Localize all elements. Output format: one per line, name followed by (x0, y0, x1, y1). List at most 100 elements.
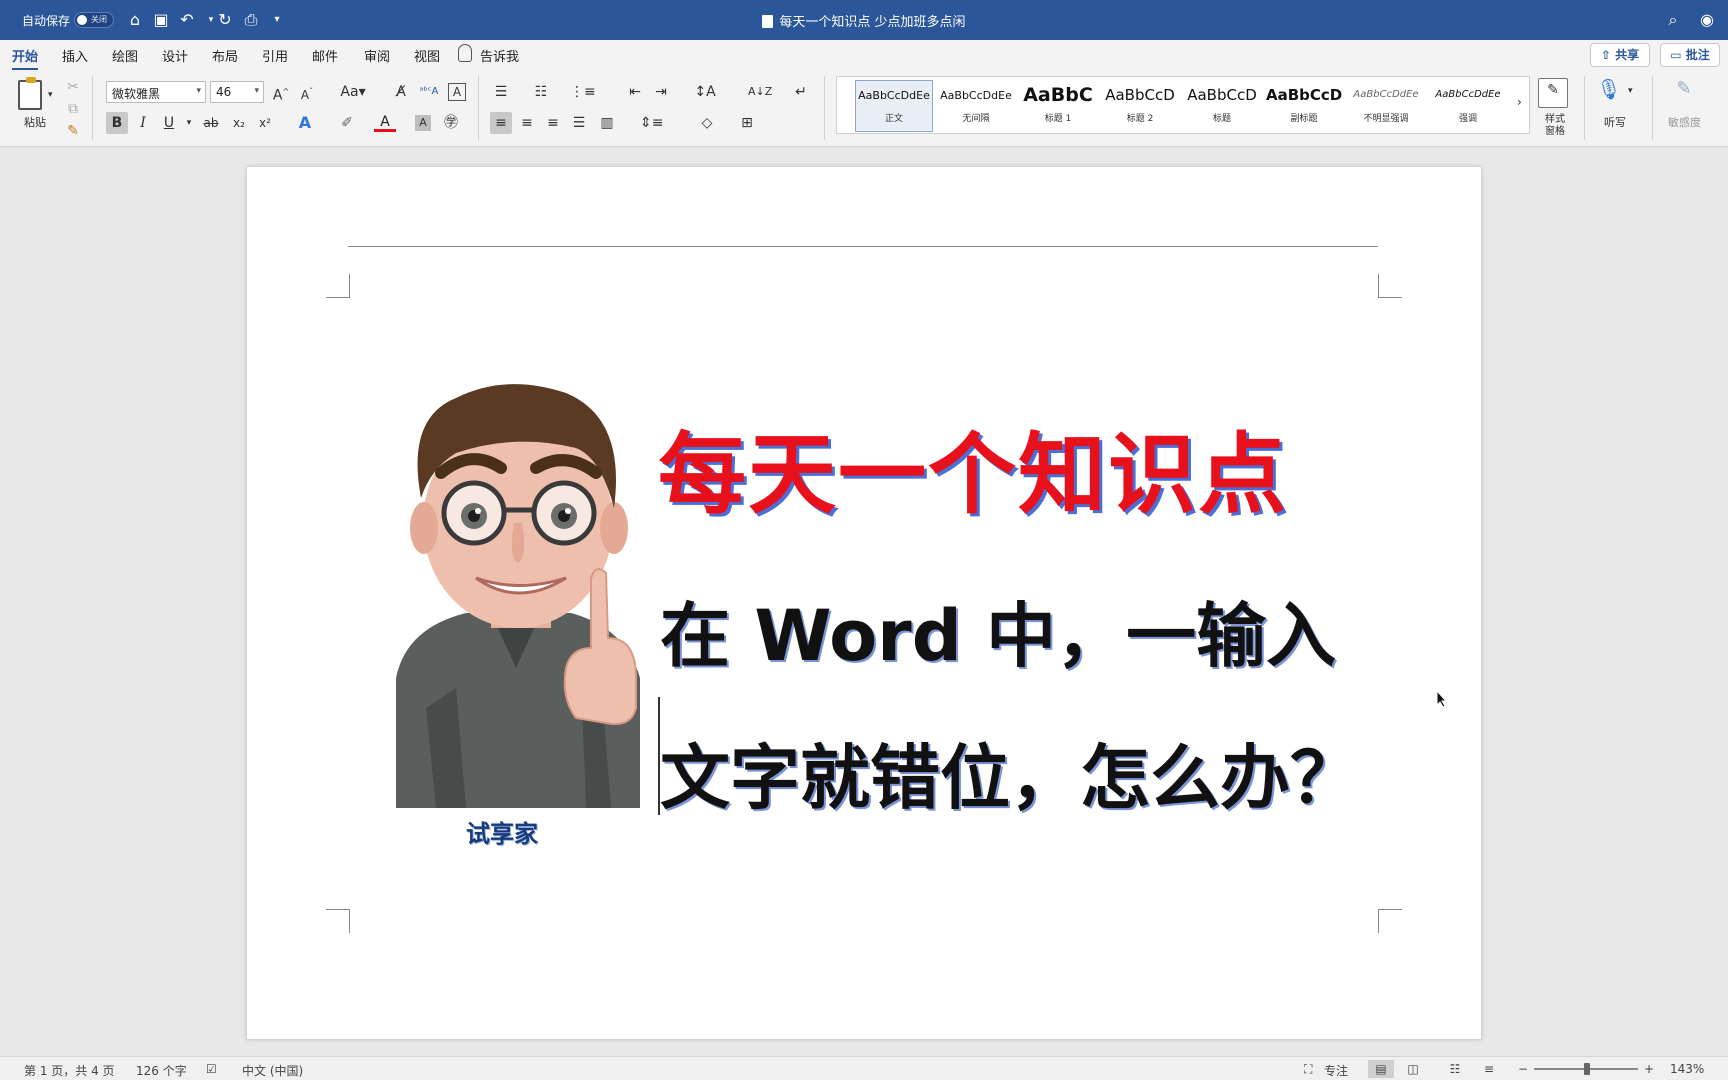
share-button[interactable]: ⇧ 共享 (1590, 43, 1650, 67)
style-emphasis[interactable]: AaBbCcDdEe 强调 (1429, 80, 1507, 132)
align-left-button[interactable]: ≡ (490, 112, 512, 134)
cut-icon[interactable]: ✂ (62, 76, 84, 98)
bold-button[interactable]: B (106, 112, 128, 134)
paste-icon[interactable] (18, 77, 42, 110)
strikethrough-button[interactable]: ab (200, 112, 222, 134)
bullets-icon[interactable]: ☰ (490, 81, 512, 103)
align-right-button[interactable]: ≡ (542, 112, 564, 134)
text-effects-icon[interactable]: A (294, 112, 316, 134)
font-color-icon[interactable]: A (374, 112, 396, 132)
multilevel-list-icon[interactable]: ⋮≡ (570, 81, 596, 103)
shrink-font-icon[interactable]: Aˇ (296, 81, 318, 103)
avatar-illustration (396, 384, 640, 808)
proofing-icon[interactable]: ☑ (206, 1062, 217, 1076)
style-normal[interactable]: AaBbCcDdEe 正文 (855, 80, 933, 132)
line-spacing-icon[interactable]: ⇕≡ (640, 112, 663, 134)
body-line-2[interactable]: 文字就错位，怎么办？ (660, 722, 1360, 823)
highlight-icon[interactable]: ✐ (336, 112, 358, 134)
margin-corner-mark (326, 274, 350, 298)
style-heading-1[interactable]: AaBbC 标题 1 (1019, 80, 1097, 132)
tab-home[interactable]: 开始 (12, 46, 39, 70)
microphone-icon[interactable]: 🎙 (1596, 78, 1622, 108)
sort-icon[interactable]: A↓Z (748, 81, 772, 103)
grow-font-icon[interactable]: A^ (270, 81, 292, 104)
draft-icon[interactable]: ≡ (1476, 1060, 1502, 1078)
paste-label: 粘贴 (24, 116, 46, 129)
character-border-icon[interactable]: A (448, 83, 466, 101)
zoom-slider-thumb[interactable] (1584, 1063, 1590, 1075)
align-center-button[interactable]: ≡ (516, 112, 538, 134)
tab-layout[interactable]: 布局 (212, 46, 238, 65)
tab-view[interactable]: 视图 (414, 46, 440, 65)
dictate-dropdown-icon[interactable]: ▾ (1628, 86, 1633, 96)
paste-dropdown-icon[interactable]: ▾ (48, 90, 53, 100)
increase-indent-icon[interactable]: ⇥ (650, 81, 672, 103)
italic-button[interactable]: I (132, 112, 154, 134)
outline-icon[interactable]: ☷ (1442, 1060, 1468, 1078)
character-shading-icon[interactable]: A (415, 115, 431, 131)
tab-insert[interactable]: 插入 (62, 46, 88, 65)
format-painter-icon[interactable]: ✎ (62, 120, 84, 142)
tell-me[interactable]: 告诉我 (480, 46, 519, 65)
style-heading-2[interactable]: AaBbCcD 标题 2 (1101, 80, 1179, 132)
dictate-label: 听写 (1604, 116, 1626, 129)
word-count[interactable]: 126 个字 (136, 1062, 187, 1079)
margin-corner-mark (326, 909, 350, 933)
styles-gallery: AaBbCcDdEe 正文 AaBbCcDdEe 无间隔 AaBbC 标题 1 AaB… (836, 76, 1530, 134)
account-icon[interactable]: ◉ (1696, 9, 1718, 31)
font-size-select[interactable]: 46 ▾ (210, 81, 264, 103)
subscript-button[interactable]: x₂ (228, 112, 250, 134)
page-count[interactable]: 第 1 页，共 4 页 (24, 1062, 115, 1079)
zoom-level[interactable]: 143% (1670, 1062, 1704, 1076)
copy-icon[interactable]: ⧉ (62, 98, 84, 120)
focus-icon[interactable]: ⛶ (1304, 1062, 1312, 1077)
tab-mailings[interactable]: 邮件 (312, 46, 338, 65)
zoom-in-icon[interactable]: + (1644, 1062, 1654, 1076)
comment-button[interactable]: ▭ 批注 (1660, 43, 1720, 67)
show-formatting-icon[interactable]: ↵ (790, 81, 812, 103)
tab-references[interactable]: 引用 (262, 46, 288, 65)
lightbulb-icon (458, 44, 472, 62)
tab-design[interactable]: 设计 (162, 46, 188, 65)
enclose-characters-icon[interactable]: ㊫ (440, 112, 462, 134)
borders-icon[interactable]: ⊞ (736, 112, 758, 134)
chinese-layout-icon[interactable]: ↕A (694, 81, 716, 103)
clear-formatting-icon[interactable]: A̸ (390, 81, 412, 103)
ribbon-tabs: 开始 插入 绘图 设计 布局 引用 邮件 审阅 视图 告诉我 (0, 40, 1728, 70)
search-icon[interactable]: ⌕ (1662, 9, 1684, 31)
style-title[interactable]: AaBbCcD 标题 (1183, 80, 1261, 132)
superscript-button[interactable]: x² (254, 112, 276, 134)
change-case-icon[interactable]: Aa▾ (336, 81, 370, 103)
distributed-button[interactable]: ▥ (596, 112, 618, 134)
style-subtitle[interactable]: AaBbCcD 副标题 (1265, 80, 1343, 132)
tab-draw[interactable]: 绘图 (112, 46, 138, 65)
justify-button[interactable]: ☰ (568, 112, 590, 134)
style-sample: AaBbCcDdEe (858, 89, 930, 102)
mouse-pointer-icon (1436, 690, 1448, 708)
style-subtle-emphasis[interactable]: AaBbCcDdEe 不明显强调 (1347, 80, 1425, 132)
styles-pane-icon[interactable]: ✎ (1538, 78, 1568, 108)
font-name-select[interactable]: 微软雅黑 ▾ (106, 81, 206, 103)
zoom-out-icon[interactable]: − (1518, 1062, 1528, 1076)
styles-more-icon[interactable]: › (1517, 95, 1522, 109)
style-sample: AaBbCcD (1105, 86, 1175, 104)
underline-button[interactable]: U (158, 112, 180, 134)
tab-review[interactable]: 审阅 (364, 46, 390, 65)
focus-label[interactable]: 专注 (1324, 1062, 1348, 1079)
headline-text[interactable]: 每天一个知识点 (658, 404, 1288, 531)
print-layout-icon[interactable]: ▤ (1368, 1060, 1394, 1078)
web-layout-icon[interactable]: ◫ (1400, 1060, 1426, 1078)
language-status[interactable]: 中文 (中国) (242, 1062, 303, 1079)
phonetic-guide-icon[interactable]: ᵃᵇᶜA (418, 81, 440, 103)
brand-name: 试享家 (466, 820, 538, 848)
style-no-spacing[interactable]: AaBbCcDdEe 无间隔 (937, 80, 1015, 132)
body-line-1[interactable]: 在 Word 中，一输入 (660, 580, 1336, 681)
decrease-indent-icon[interactable]: ⇤ (624, 81, 646, 103)
numbering-icon[interactable]: ☷ (530, 81, 552, 103)
style-sample: AaBbCcDdEe (940, 89, 1012, 102)
underline-dropdown-icon[interactable]: ▾ (178, 112, 200, 134)
style-name: 不明显强调 (1363, 114, 1409, 124)
shading-icon[interactable]: ◇ (696, 112, 718, 134)
sensitivity-icon[interactable]: ✎ (1670, 78, 1698, 108)
header-rule (348, 246, 1378, 247)
